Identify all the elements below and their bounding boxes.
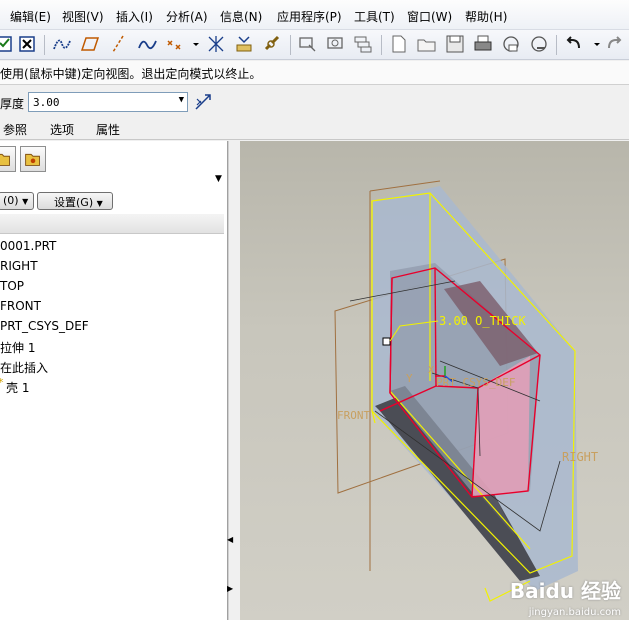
menu-analysis[interactable]: 分析(A): [166, 8, 208, 25]
watermark: Baidu 经验: [509, 579, 621, 603]
datum-axis-icon[interactable]: [107, 33, 129, 55]
thickness-label: 厚度: [0, 97, 25, 111]
chevron-down-icon: ▼: [96, 199, 103, 208]
dimension-drag-handle: [382, 337, 391, 346]
menu-help[interactable]: 帮助(H): [465, 8, 507, 25]
sketched-curve-icon[interactable]: [136, 33, 158, 55]
csys-label: PRT_CSYS_DEF: [436, 376, 515, 389]
tree-node-shell-label: 壳 1: [6, 381, 30, 395]
panel-menu-chevron-icon[interactable]: ▼: [215, 174, 222, 184]
collapse-left-icon[interactable]: ◀: [227, 535, 233, 544]
open-folder-icon[interactable]: [416, 33, 438, 55]
dimension-text: 3.00 O_THICK: [439, 314, 526, 328]
tree-node-insert-here[interactable]: 在此插入: [0, 357, 224, 377]
layers-icon[interactable]: [352, 33, 374, 55]
menu-applications[interactable]: 应用程序(P): [277, 8, 342, 25]
favorites-tab-icon[interactable]: [20, 146, 46, 172]
message-text: 使用(鼠标中键)定向视图。退出定向模式以终止。: [0, 67, 262, 81]
right-label: RIGHT: [562, 450, 598, 464]
menu-edit[interactable]: 编辑(E): [10, 8, 51, 25]
settings-button-label: 设置(G): [54, 196, 94, 209]
tree-node-csys[interactable]: PRT_CSYS_DEF: [0, 317, 224, 337]
settings-button[interactable]: 设置(G) ▼: [37, 192, 113, 210]
undo-icon[interactable]: [563, 33, 585, 55]
thickness-value: 3.00: [33, 96, 60, 109]
cancel-icon[interactable]: [17, 33, 39, 55]
graphics-window[interactable]: 3.00 O_THICK PRT_CSYS_DEF Y X FRONT RIGH…: [240, 141, 629, 620]
menu-tools[interactable]: 工具(T): [354, 8, 395, 25]
chain-link-icon[interactable]: [261, 33, 283, 55]
analysis-icon[interactable]: [233, 33, 255, 55]
menu-window[interactable]: 窗口(W): [407, 8, 452, 25]
send-mail-icon[interactable]: [500, 33, 522, 55]
tree-node-shell[interactable]: * 壳 1: [0, 376, 224, 397]
tree-node-part[interactable]: 0001.PRT: [0, 237, 224, 257]
view-orient-icon[interactable]: [297, 33, 319, 55]
save-icon[interactable]: [444, 33, 466, 55]
saved-views-icon[interactable]: [325, 33, 347, 55]
tree-filter-row: (0) ▼ 设置(G) ▼: [0, 192, 228, 212]
model-tree: 0001.PRT RIGHT TOP FRONT PRT_CSYS_DEF 拉伸…: [0, 237, 224, 397]
datum-csys-icon[interactable]: [205, 33, 227, 55]
chevron-down-icon[interactable]: [185, 33, 199, 55]
accept-icon[interactable]: [0, 33, 16, 55]
tree-column-header: [0, 214, 224, 234]
panel-splitter[interactable]: ◀ ▶: [227, 141, 240, 620]
chevron-down-icon: ▼: [22, 197, 29, 206]
menu-bar: 编辑(E) 视图(V) 插入(I) 分析(A) 信息(N) 应用程序(P) 工具…: [0, 0, 629, 30]
menu-insert[interactable]: 插入(I): [116, 8, 153, 25]
datum-curve-icon[interactable]: [51, 33, 73, 55]
chevron-down-icon[interactable]: ▼: [179, 95, 184, 105]
dashboard-tabs: 参照 选项 属性: [0, 116, 629, 140]
shell-dashboard: 厚度 3.00 ▼: [0, 86, 629, 116]
datum-plane-icon[interactable]: [79, 33, 101, 55]
tab-references[interactable]: 参照: [3, 121, 27, 138]
toolbar: [0, 30, 629, 60]
tab-properties[interactable]: 属性: [96, 121, 120, 138]
tree-node-front[interactable]: FRONT: [0, 297, 224, 317]
model-tree-panel: ▼ (0) ▼ 设置(G) ▼ 0001.PRT RIGHT TOP FRONT…: [0, 141, 228, 620]
undo-dropdown-icon[interactable]: [586, 33, 600, 55]
model-geometry: 3.00 O_THICK PRT_CSYS_DEF Y X FRONT RIGH…: [334, 180, 598, 602]
folder-tab-icon[interactable]: [0, 146, 16, 172]
tree-node-right[interactable]: RIGHT: [0, 257, 224, 277]
expand-right-icon[interactable]: ▶: [227, 584, 233, 593]
watermark-url: jingyan.baidu.com: [528, 607, 621, 618]
print-icon[interactable]: [472, 33, 494, 55]
thickness-input[interactable]: 3.00 ▼: [28, 92, 188, 112]
datum-point-icon[interactable]: [164, 33, 186, 55]
menu-view[interactable]: 视图(V): [62, 8, 104, 25]
front-label: FRONT: [337, 409, 370, 422]
new-feature-icon: *: [0, 376, 4, 389]
send-link-icon[interactable]: [528, 33, 550, 55]
tree-node-top[interactable]: TOP: [0, 277, 224, 297]
show-button-label: (0): [3, 194, 19, 207]
redo-icon[interactable]: [603, 33, 625, 55]
message-area: 使用(鼠标中键)定向视图。退出定向模式以终止。: [0, 61, 629, 85]
show-button[interactable]: (0) ▼: [0, 192, 34, 210]
new-file-icon[interactable]: [388, 33, 410, 55]
menu-info[interactable]: 信息(N): [220, 8, 262, 25]
tab-options[interactable]: 选项: [50, 121, 74, 138]
tree-node-extrude[interactable]: 拉伸 1: [0, 337, 224, 357]
y-label: Y: [406, 372, 413, 385]
flip-direction-icon[interactable]: [193, 92, 213, 112]
x-label: X: [428, 365, 434, 376]
